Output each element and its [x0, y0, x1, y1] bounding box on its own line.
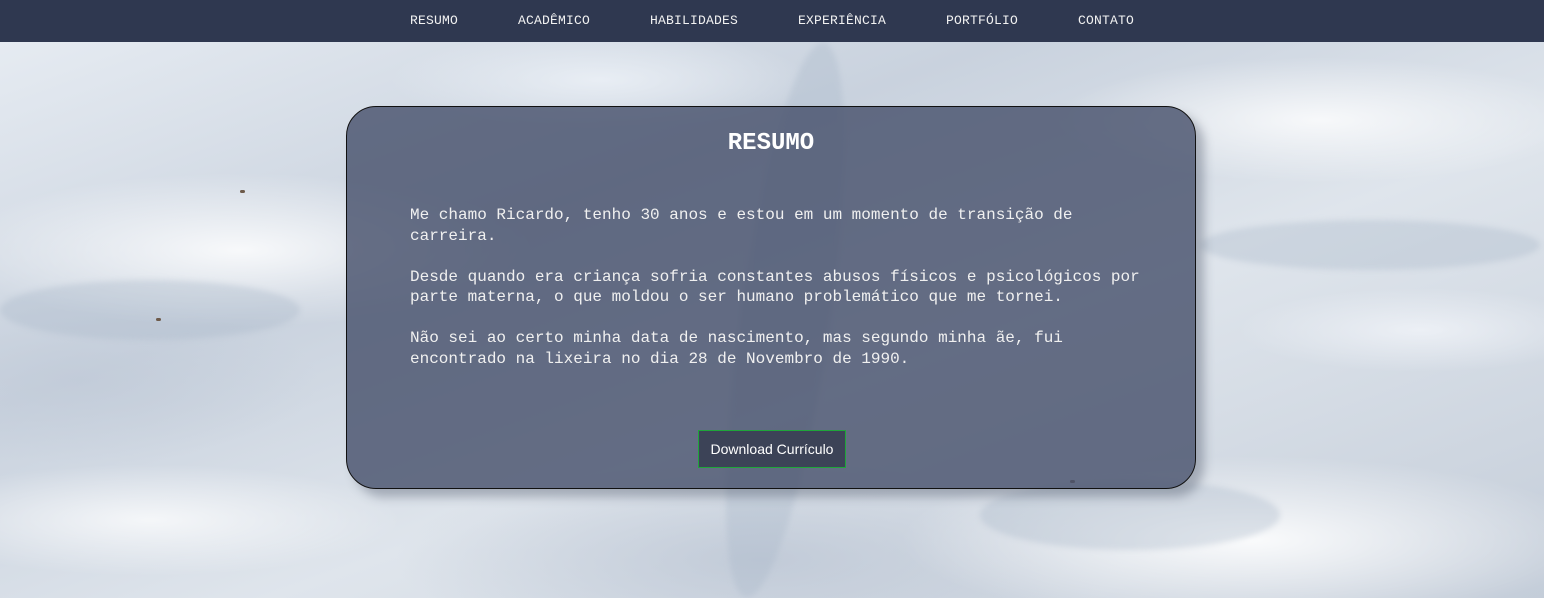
resumo-paragraph: Não sei ao certo minha data de nasciment…: [410, 329, 1063, 368]
rock-speck: [156, 318, 161, 321]
rock-speck: [240, 190, 245, 193]
nav-item-habilidades[interactable]: HABILIDADES: [620, 13, 768, 28]
dune-shadow: [1200, 220, 1540, 270]
resumo-title: RESUMO: [727, 130, 815, 157]
resumo-paragraph: Me chamo Ricardo, tenho 30 anos e estou …: [410, 206, 1073, 245]
top-navbar: RESUMO ACADÊMICO HABILIDADES EXPERIÊNCIA…: [0, 0, 1544, 42]
resumo-paragraph: Desde quando era criança sofria constant…: [410, 267, 1140, 307]
nav-list: RESUMO ACADÊMICO HABILIDADES EXPERIÊNCIA…: [380, 0, 1164, 42]
nav-item-contato[interactable]: CONTATO: [1048, 13, 1164, 28]
nav-item-resumo[interactable]: RESUMO: [380, 13, 488, 28]
download-curriculo-button[interactable]: Download Currículo: [698, 430, 846, 468]
nav-item-academico[interactable]: ACADÊMICO: [488, 13, 620, 28]
resumo-card: RESUMO Me chamo Ricardo, tenho 30 anos e…: [346, 106, 1196, 489]
resumo-body: Me chamo Ricardo, tenho 30 anos e estou …: [410, 205, 1150, 390]
dune-shadow: [980, 480, 1280, 550]
nav-item-experiencia[interactable]: EXPERIÊNCIA: [768, 13, 916, 28]
nav-item-portfolio[interactable]: PORTFÓLIO: [916, 13, 1048, 28]
dune-shadow: [0, 280, 300, 340]
